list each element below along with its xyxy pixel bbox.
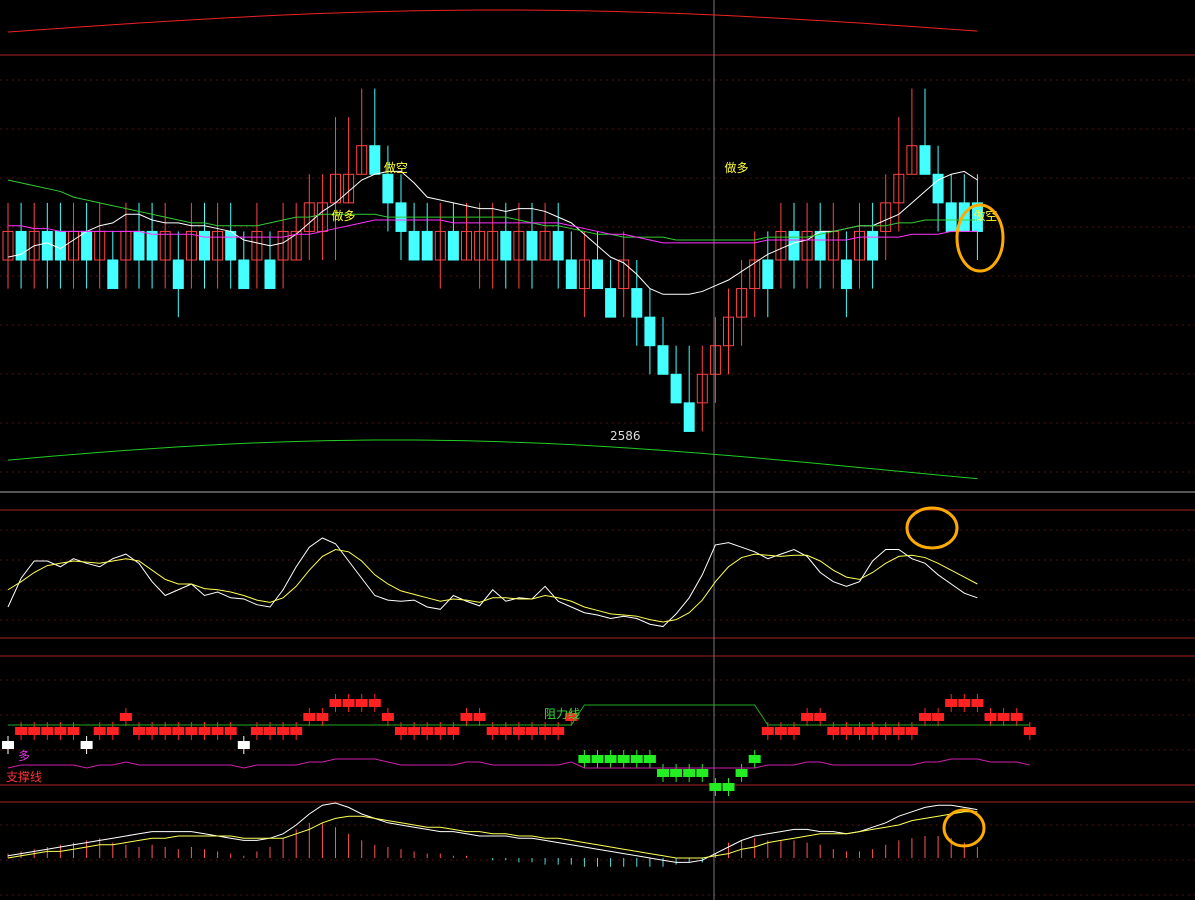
candle-body — [657, 345, 669, 375]
strength-panel — [2, 694, 1036, 796]
candle-body — [408, 230, 420, 261]
candle-body — [814, 230, 826, 261]
candle-body — [919, 145, 931, 175]
signal-label: 做空 — [384, 160, 408, 175]
candle-body — [421, 230, 433, 261]
annotations: 做空做多做多做空 — [332, 160, 1005, 848]
candle-body — [552, 230, 564, 261]
signal-label: 做多 — [332, 208, 356, 223]
macd-line-1 — [7, 811, 978, 859]
candle-body — [644, 316, 656, 347]
candle-body — [369, 145, 381, 175]
candle-body — [199, 230, 210, 261]
oscillator-line-0 — [7, 537, 978, 628]
resistance-line-label: 阻力线 — [544, 707, 580, 721]
lower-band — [7, 439, 978, 480]
candle-body — [526, 230, 538, 261]
candle-body — [382, 173, 394, 204]
candle-body — [264, 259, 276, 290]
highlight-circle — [942, 808, 986, 848]
candle-body — [146, 230, 158, 261]
upper-band — [7, 9, 978, 33]
candle-body — [631, 288, 643, 318]
candle-body — [107, 259, 119, 290]
candle-body — [867, 230, 879, 261]
candle-body — [788, 230, 800, 261]
candle-body — [840, 259, 852, 290]
stock-chart: 做空做多做多做空 2586 阻力线 支撑线 多 — [0, 0, 1195, 900]
macd-panel — [7, 802, 978, 867]
signal-label: 做多 — [725, 160, 749, 175]
candle-body — [670, 373, 682, 404]
low-price-label: 2586 — [610, 429, 641, 443]
candle-body — [500, 230, 512, 261]
candle-body — [683, 402, 695, 432]
candle-body — [81, 230, 93, 261]
candle-body — [592, 259, 603, 290]
support-line — [7, 758, 1030, 769]
candle-body — [15, 230, 27, 261]
candle-body — [762, 259, 774, 290]
candle-body — [945, 202, 957, 232]
oscillator-panel — [7, 537, 978, 628]
highlight-circle — [905, 506, 959, 550]
candle-body — [447, 230, 459, 261]
candle-body — [605, 288, 617, 318]
candle-body — [565, 259, 577, 290]
candle-body — [225, 230, 237, 261]
candle-body — [133, 230, 145, 261]
candle-body — [41, 230, 53, 261]
support-line-label: 支撑线 — [6, 769, 42, 784]
candle-body — [172, 259, 184, 290]
macd-line-0 — [7, 802, 978, 863]
long-short-label: 多 — [18, 749, 30, 763]
candle-body — [238, 259, 250, 290]
